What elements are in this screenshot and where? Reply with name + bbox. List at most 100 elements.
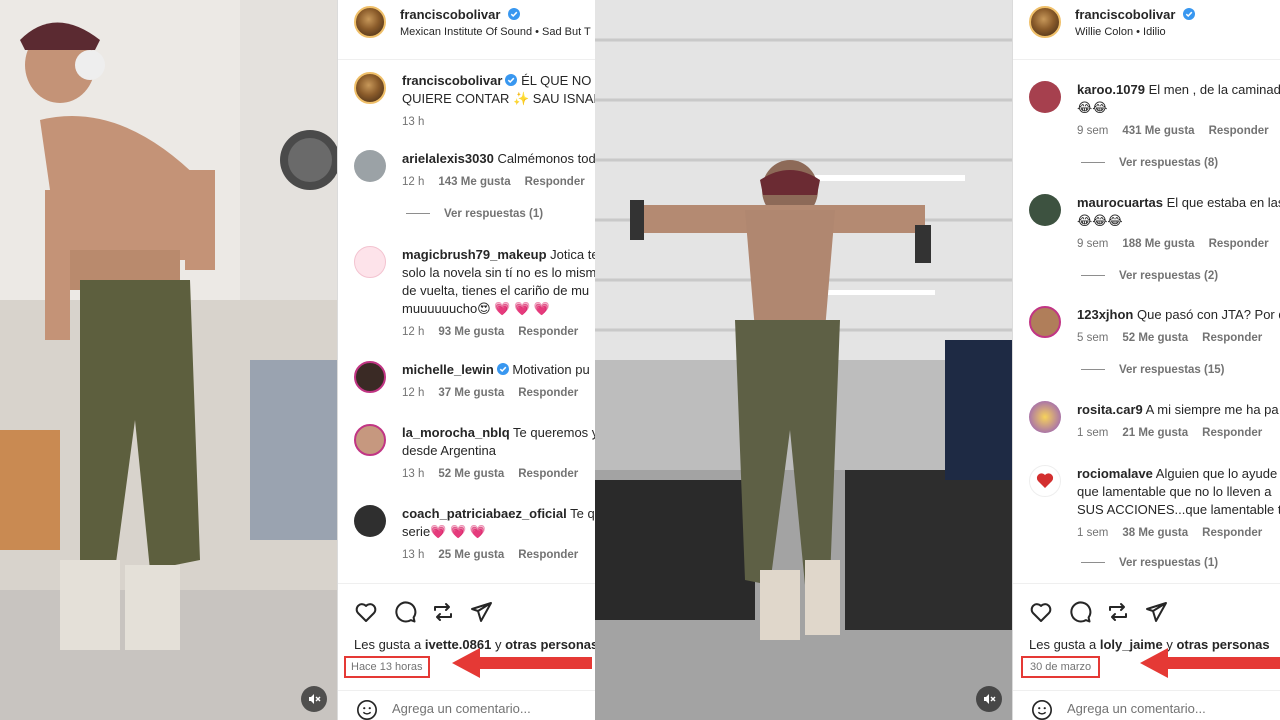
reply-button[interactable]: Responder	[1209, 125, 1269, 137]
reply-button[interactable]: Responder	[525, 176, 585, 188]
comment-time: 13 h	[402, 549, 425, 561]
liked-by-prefix: Les gusta a	[354, 637, 425, 652]
comment-username[interactable]: la_morocha_nblq	[402, 425, 510, 440]
left-post-panel: franciscobolivar Mexican Institute Of So…	[337, 0, 595, 720]
verified-badge-icon	[507, 8, 520, 20]
comment-likes[interactable]: 143 Me gusta	[438, 176, 510, 188]
reply-button[interactable]: Responder	[518, 326, 578, 338]
red-arrow-annotation	[452, 648, 592, 678]
avatar[interactable]	[354, 246, 386, 278]
red-arrow-annotation	[1140, 648, 1280, 678]
view-replies-label: Ver respuestas (8)	[1119, 157, 1219, 169]
avatar[interactable]	[354, 150, 386, 182]
comment-text: SUS ACCIONES...que lamentable ta	[1077, 502, 1280, 517]
repost-icon[interactable]	[1106, 600, 1130, 624]
username[interactable]: franciscobolivar	[1075, 7, 1175, 22]
comment-text: de vuelta, tienes el cariño de mu	[402, 283, 590, 298]
reply-button[interactable]: Responder	[1202, 527, 1262, 539]
comment-username[interactable]: coach_patriciabaez_oficial	[402, 506, 567, 521]
action-bar	[1013, 583, 1280, 639]
comment-input[interactable]: Agrega un comentario...	[392, 701, 531, 716]
verified-badge-icon	[505, 74, 518, 86]
comment-username[interactable]: rosita.car9	[1077, 402, 1143, 417]
middle-video[interactable]	[595, 0, 1012, 720]
reply-button[interactable]: Responder	[518, 549, 578, 561]
avatar[interactable]	[354, 361, 386, 393]
comment-time: 12 h	[402, 176, 425, 188]
comment-text: Alguien que lo ayude	[1155, 466, 1278, 481]
comment-text: Te queremos y	[513, 425, 595, 440]
comment-username[interactable]: magicbrush79_makeup	[402, 247, 547, 262]
comment-likes[interactable]: 38 Me gusta	[1122, 527, 1188, 539]
comment-likes[interactable]: 52 Me gusta	[1122, 332, 1188, 344]
comment-likes[interactable]: 431 Me gusta	[1122, 125, 1194, 137]
view-replies-button[interactable]: Ver respuestas (15)	[1081, 364, 1224, 376]
comment-icon[interactable]	[1068, 600, 1092, 624]
audio-label[interactable]: Willie Colon • Idilio	[1075, 26, 1166, 38]
heart-logo-icon	[1036, 473, 1054, 488]
verified-badge-icon	[1182, 8, 1195, 20]
comment-username[interactable]: michelle_lewin	[402, 362, 494, 377]
reply-button[interactable]: Responder	[1209, 238, 1269, 250]
emoji-icon[interactable]	[1031, 699, 1053, 720]
action-bar	[338, 583, 595, 639]
view-replies-label: Ver respuestas (1)	[444, 208, 544, 220]
left-video-frame	[0, 0, 337, 720]
avatar[interactable]	[1029, 401, 1061, 433]
comment-username[interactable]: karoo.1079	[1077, 82, 1145, 97]
avatar[interactable]	[1029, 465, 1061, 497]
comment-likes[interactable]: 188 Me gusta	[1122, 238, 1194, 250]
view-replies-button[interactable]: Ver respuestas (1)	[406, 208, 543, 220]
reply-button[interactable]: Responder	[518, 387, 578, 399]
emoji-icon[interactable]	[356, 699, 378, 720]
comment-text: 😂😂😂	[1077, 213, 1123, 228]
comment-text: solo la novela sin tí no es lo mism	[402, 265, 595, 280]
caption-text: ÉL QUE NO S	[521, 73, 595, 88]
avatar[interactable]	[1029, 306, 1061, 338]
comment-username[interactable]: maurocuartas	[1077, 195, 1163, 210]
view-replies-button[interactable]: Ver respuestas (2)	[1081, 270, 1218, 282]
comment-likes[interactable]: 52 Me gusta	[438, 468, 504, 480]
avatar[interactable]	[354, 72, 386, 104]
comment-username[interactable]: rociomalave	[1077, 466, 1153, 481]
add-comment-bar: Agrega un comentario...	[338, 690, 595, 720]
comment-text: 😂😂	[1077, 100, 1108, 115]
comment-likes[interactable]: 25 Me gusta	[438, 549, 504, 561]
post-header: franciscobolivar Willie Colon • Idilio	[1013, 0, 1280, 60]
view-replies-label: Ver respuestas (2)	[1119, 270, 1219, 282]
comment-input[interactable]: Agrega un comentario...	[1067, 701, 1206, 716]
comment-text: serie💗 💗 💗	[402, 524, 486, 539]
comment-likes[interactable]: 21 Me gusta	[1122, 427, 1188, 439]
avatar[interactable]	[354, 505, 386, 537]
share-icon[interactable]	[469, 600, 493, 624]
left-video[interactable]	[0, 0, 337, 720]
mute-button[interactable]	[301, 686, 327, 712]
avatar[interactable]	[1029, 81, 1061, 113]
avatar[interactable]	[1029, 6, 1061, 38]
avatar[interactable]	[354, 6, 386, 38]
comment-username[interactable]: 123xjhon	[1077, 307, 1133, 322]
comment-text: que lamentable que no lo lleven a	[1077, 484, 1272, 499]
reply-button[interactable]: Responder	[1202, 427, 1262, 439]
heart-icon[interactable]	[354, 600, 378, 624]
heart-icon[interactable]	[1029, 600, 1053, 624]
avatar[interactable]	[1029, 194, 1061, 226]
view-replies-button[interactable]: Ver respuestas (8)	[1081, 157, 1218, 169]
comment-text: Jotica te	[550, 247, 595, 262]
caption-username[interactable]: franciscobolivar	[402, 73, 502, 88]
view-replies-button[interactable]: Ver respuestas (1)	[1081, 557, 1218, 569]
username[interactable]: franciscobolivar	[400, 7, 500, 22]
audio-label[interactable]: Mexican Institute Of Sound • Sad But T	[400, 26, 591, 38]
share-icon[interactable]	[1144, 600, 1168, 624]
comment-icon[interactable]	[393, 600, 417, 624]
comment-likes[interactable]: 37 Me gusta	[438, 387, 504, 399]
comment-likes[interactable]: 93 Me gusta	[438, 326, 504, 338]
comment-text: Que pasó con JTA? Por q	[1136, 307, 1280, 322]
reply-button[interactable]: Responder	[518, 468, 578, 480]
reply-button[interactable]: Responder	[1202, 332, 1262, 344]
add-comment-bar: Agrega un comentario...	[1013, 690, 1280, 720]
comment-username[interactable]: arielalexis3030	[402, 151, 494, 166]
avatar[interactable]	[354, 424, 386, 456]
repost-icon[interactable]	[431, 600, 455, 624]
mute-button[interactable]	[976, 686, 1002, 712]
